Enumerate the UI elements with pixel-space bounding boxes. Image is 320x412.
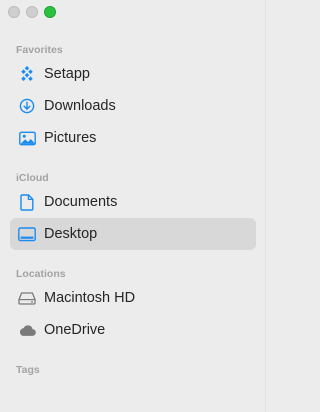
section-header-favorites: Favorites bbox=[16, 44, 63, 56]
section-header-tags: Tags bbox=[16, 364, 40, 376]
downloads-icon bbox=[18, 97, 36, 115]
sidebar-item-documents[interactable]: Documents bbox=[10, 186, 256, 218]
window-controls bbox=[8, 6, 56, 18]
sidebar-item-downloads[interactable]: Downloads bbox=[10, 90, 256, 122]
sidebar-item-label: Desktop bbox=[44, 226, 98, 242]
section-header-locations: Locations bbox=[16, 268, 66, 280]
cloud-icon bbox=[18, 321, 36, 339]
sidebar-item-label: Documents bbox=[44, 194, 118, 210]
sidebar-item-setapp[interactable]: Setapp bbox=[10, 58, 256, 90]
sidebar-item-macintosh-hd[interactable]: Macintosh HD bbox=[10, 282, 256, 314]
sidebar-item-label: Setapp bbox=[44, 66, 90, 82]
sidebar-item-label: Macintosh HD bbox=[44, 290, 136, 306]
setapp-icon bbox=[18, 65, 36, 83]
desktop-icon bbox=[18, 225, 36, 243]
sidebar-item-label: OneDrive bbox=[44, 322, 106, 338]
finder-sidebar: Favorites Setapp Downloads Pictures iClo… bbox=[0, 0, 266, 412]
pictures-icon bbox=[18, 129, 36, 147]
close-window-button[interactable] bbox=[8, 6, 20, 18]
sidebar-item-desktop[interactable]: Desktop bbox=[10, 218, 256, 250]
maximize-window-button[interactable] bbox=[44, 6, 56, 18]
minimize-window-button[interactable] bbox=[26, 6, 38, 18]
sidebar-item-pictures[interactable]: Pictures bbox=[10, 122, 256, 154]
section-header-icloud: iCloud bbox=[16, 172, 49, 184]
sidebar-item-onedrive[interactable]: OneDrive bbox=[10, 314, 256, 346]
sidebar-item-label: Pictures bbox=[44, 130, 97, 146]
document-icon bbox=[18, 193, 36, 211]
hard-drive-icon bbox=[18, 289, 36, 307]
sidebar-item-label: Downloads bbox=[44, 98, 116, 114]
